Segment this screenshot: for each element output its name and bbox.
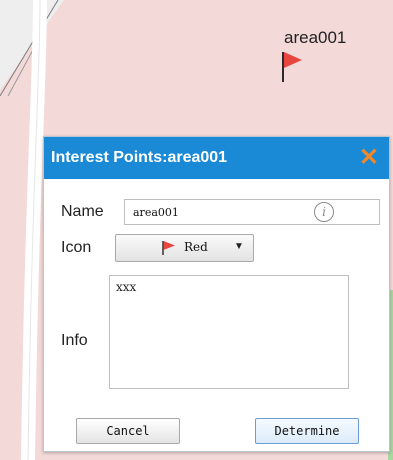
interest-points-dialog: Interest Points:area001 ✕ Name i Icon Re… xyxy=(43,136,390,452)
flag-icon xyxy=(162,241,175,255)
map-flag-icon[interactable] xyxy=(280,50,306,84)
info-icon[interactable]: i xyxy=(314,202,334,222)
info-label: Info xyxy=(61,332,88,349)
name-label: Name xyxy=(61,203,104,220)
icon-label: Icon xyxy=(61,239,92,256)
cancel-button[interactable]: Cancel xyxy=(76,418,180,444)
icon-select-dropdown[interactable]: Red ▼ xyxy=(115,234,254,262)
determine-button[interactable]: Determine xyxy=(255,418,359,444)
dialog-header: Interest Points:area001 ✕ xyxy=(44,137,389,179)
dialog-title: Interest Points:area001 xyxy=(51,149,228,166)
name-input[interactable] xyxy=(124,199,380,225)
close-icon[interactable]: ✕ xyxy=(359,145,379,171)
info-textarea[interactable]: xxx xyxy=(109,275,349,389)
chevron-down-icon: ▼ xyxy=(234,241,244,252)
marker-label: area001 xyxy=(284,28,347,47)
icon-select-value: Red xyxy=(184,240,208,254)
